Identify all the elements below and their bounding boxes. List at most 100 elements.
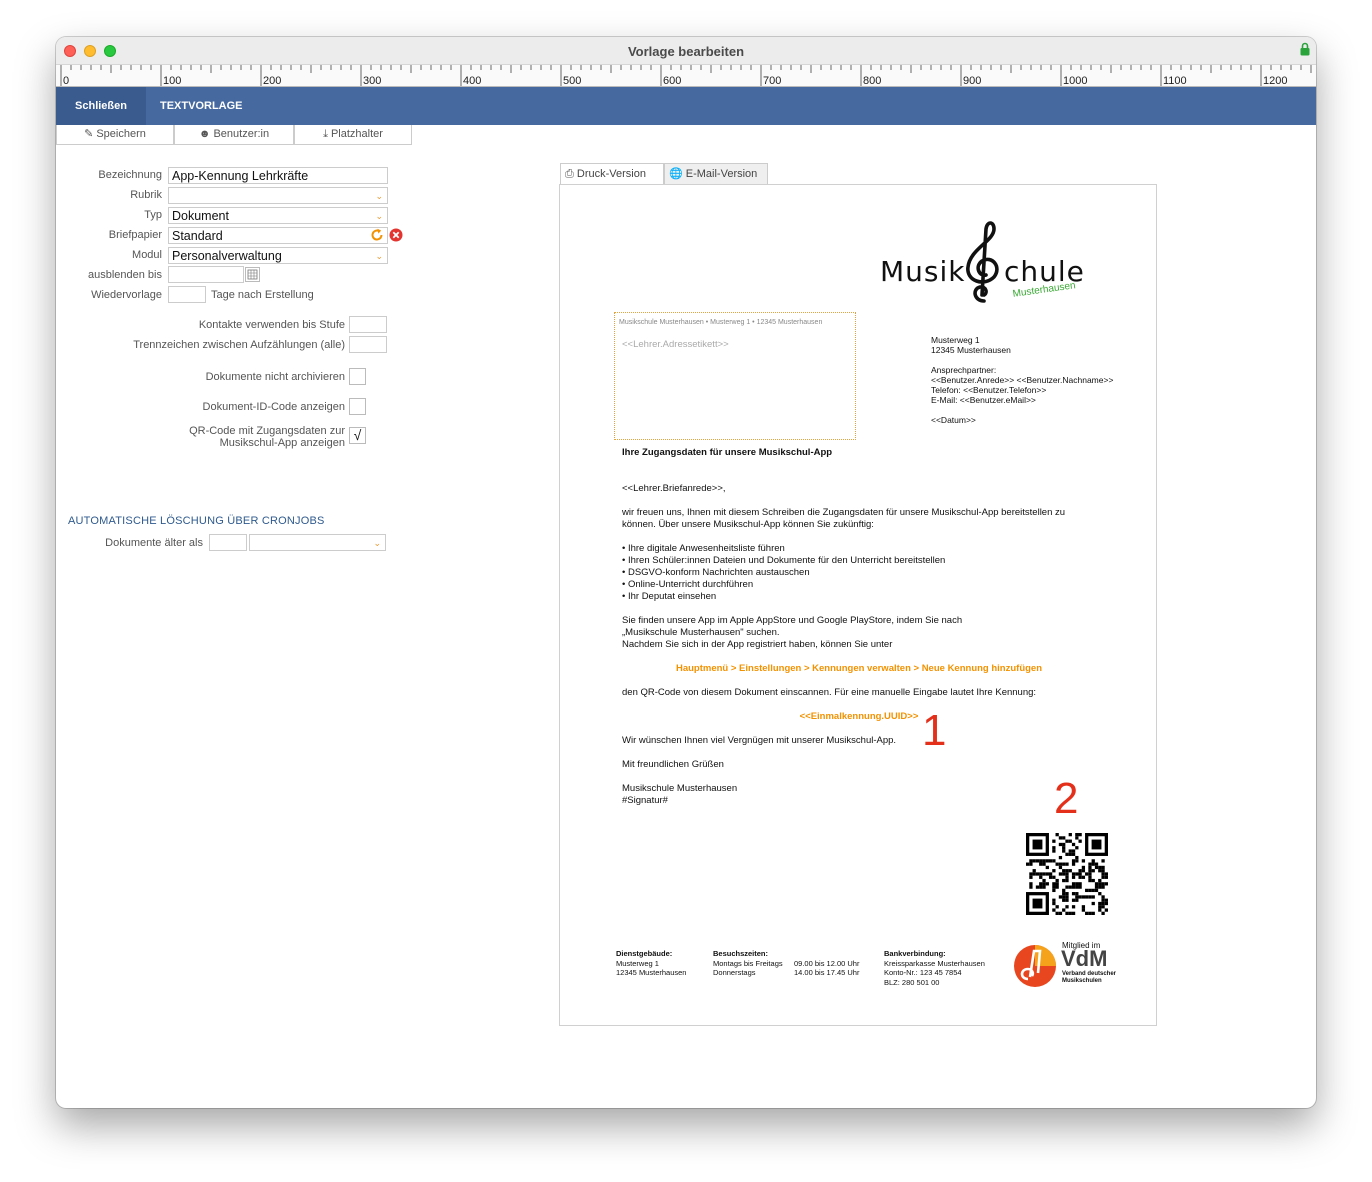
signature-placeholder: #Signatur# bbox=[622, 795, 668, 806]
intro-block-line: können. Über unsere Musikschul-App könne… bbox=[622, 519, 874, 530]
info-block-line: Telefon: <<Benutzer.Telefon>> bbox=[931, 385, 1047, 395]
modul-select[interactable]: Personalverwaltung ⌄ bbox=[168, 247, 388, 264]
uuid-placeholder: <<Einmalkennung.UUID>> bbox=[799, 711, 919, 722]
ruler-ticks bbox=[60, 65, 1312, 86]
chevron-down-icon: ⌄ bbox=[375, 191, 383, 201]
chevron-down-icon: ⌄ bbox=[375, 251, 383, 261]
kontakte-input[interactable] bbox=[349, 316, 387, 333]
bezeichnung-label: Bezeichnung bbox=[98, 169, 162, 181]
rubrik-label: Rubrik bbox=[130, 189, 162, 201]
musikschule-logo: Musik chule Musterhausen bbox=[880, 219, 1090, 309]
chevron-down-icon: ⌄ bbox=[373, 538, 381, 548]
qr-code-label-line1: QR-Code mit Zugangsdaten zur bbox=[189, 425, 345, 437]
bullet-block-line: • Online-Unterricht durchführen bbox=[622, 579, 754, 590]
find-block-line: „Musikschule Musterhausen" suchen. bbox=[622, 627, 780, 638]
address-placeholder: <<Lehrer.Adressetikett>> bbox=[622, 339, 729, 350]
id-code-label: Dokument-ID-Code anzeigen bbox=[202, 401, 345, 413]
typ-select[interactable]: Dokument ⌄ bbox=[168, 207, 388, 224]
qr-code bbox=[1026, 833, 1108, 915]
ruler-label: 800 bbox=[863, 75, 882, 87]
bullet-block-line: • Ihre digitale Anwesenheitsliste führen bbox=[622, 543, 785, 554]
ruler-label: 500 bbox=[563, 75, 582, 87]
wiedervorlage-label: Wiedervorlage bbox=[91, 289, 162, 301]
wish-line: Wir wünschen Ihnen viel Vergnügen mit un… bbox=[622, 735, 897, 746]
ruler-label: 200 bbox=[263, 75, 282, 87]
ruler-label: 1100 bbox=[1163, 75, 1187, 87]
ruler-label: 300 bbox=[363, 75, 382, 87]
ruler-label: 0 bbox=[63, 75, 70, 87]
trennzeichen-label: Trennzeichen zwischen Aufzählungen (alle… bbox=[133, 339, 345, 351]
nicht-archivieren-checkbox[interactable] bbox=[349, 368, 366, 385]
menu-bar: Schließen TEXTVORLAGE bbox=[56, 87, 1316, 125]
nicht-archivieren-label: Dokumente nicht archivieren bbox=[205, 371, 345, 383]
id-code-checkbox[interactable] bbox=[349, 398, 366, 415]
bullet-block-line: • Ihren Schüler:innen Dateien und Dokume… bbox=[622, 555, 946, 566]
qr-code-checkbox[interactable]: √ bbox=[349, 427, 366, 444]
intro-block-line: wir freuen uns, Ihnen mit diesem Schreib… bbox=[622, 507, 1066, 518]
info-block-line: E-Mail: <<Benutzer.eMail>> bbox=[931, 395, 1036, 405]
close-button[interactable]: Schließen bbox=[56, 87, 146, 125]
printer-icon: ⎙ bbox=[565, 168, 574, 180]
ausblenden-label: ausblenden bis bbox=[87, 269, 162, 281]
cron-unit-select[interactable]: ⌄ bbox=[249, 534, 386, 551]
treble-clef-icon bbox=[966, 221, 999, 303]
wiedervorlage-input[interactable] bbox=[168, 286, 206, 303]
ruler-label: 900 bbox=[963, 75, 982, 87]
save-button[interactable]: ✎ Speichern bbox=[56, 125, 174, 145]
annotation-1: 1 bbox=[922, 706, 947, 755]
cron-section-title: AUTOMATISCHE LÖSCHUNG ÜBER CRONJOBS bbox=[68, 515, 325, 527]
tab-email-version[interactable]: 🌐 E-Mail-Version bbox=[664, 163, 768, 184]
letter-salutation: <<Lehrer.Briefanrede>>, bbox=[622, 483, 726, 494]
clear-icon[interactable] bbox=[389, 228, 403, 242]
chevron-down-icon: ⌄ bbox=[375, 211, 383, 221]
info-block-line: Musterweg 1 bbox=[931, 335, 980, 345]
bullet-block-line: • Ihr Deputat einsehen bbox=[622, 591, 717, 602]
briefpapier-input[interactable]: Standard bbox=[168, 227, 388, 244]
info-block-line: Ansprechpartner: bbox=[931, 365, 997, 375]
rubrik-select[interactable]: ⌄ bbox=[168, 187, 388, 204]
find-block-line: Sie finden unsere App im Apple AppStore … bbox=[622, 615, 963, 626]
ruler-label: 400 bbox=[463, 75, 482, 87]
annotation-2: 2 bbox=[1054, 774, 1079, 823]
title-bar: Vorlage bearbeiten bbox=[56, 37, 1316, 65]
ausblenden-date-input[interactable] bbox=[168, 266, 244, 283]
find-block-line: Nachdem Sie sich in der App registriert … bbox=[622, 639, 893, 650]
kontakte-label: Kontakte verwenden bis Stufe bbox=[198, 319, 345, 331]
cron-label: Dokumente älter als bbox=[105, 537, 203, 549]
section-title: TEXTVORLAGE bbox=[160, 100, 243, 112]
cron-value-input[interactable] bbox=[209, 534, 247, 551]
globe-icon: 🌐 bbox=[669, 168, 683, 180]
typ-label: Typ bbox=[144, 209, 162, 221]
footer-hours: Besuchszeiten: Montags bis Freitags Donn… bbox=[713, 949, 783, 977]
ruler: 0 100 200 300 400 500 600 700 800 900 1000 1100 1200 bbox=[56, 65, 1316, 87]
checkmark-icon: √ bbox=[353, 427, 362, 443]
vdm-emblem-icon bbox=[1014, 945, 1056, 987]
calendar-icon[interactable] bbox=[245, 267, 260, 282]
lock-icon bbox=[1300, 42, 1310, 56]
ruler-label: 600 bbox=[663, 75, 682, 87]
window-title: Vorlage bearbeiten bbox=[627, 44, 745, 59]
info-block-line: <<Benutzer.Anrede>> <<Benutzer.Nachname>… bbox=[931, 375, 1114, 385]
bezeichnung-input[interactable]: App-Kennung Lehrkräfte bbox=[168, 167, 388, 184]
letter-preview: Musik chule Musterhausen Musikschule Mus… bbox=[559, 184, 1157, 1026]
edit-icon: ✎ bbox=[84, 128, 94, 140]
vdm-logo: Mitglied im VdM Verband deutscher Musiks… bbox=[1012, 941, 1124, 991]
letter-subject: Ihre Zugangsdaten für unsere Musikschul-… bbox=[622, 447, 833, 458]
placeholder-button[interactable]: ⤓ Platzhalter bbox=[294, 125, 412, 145]
user-button[interactable]: ☻ Benutzer:in bbox=[174, 125, 294, 145]
qr-line: den QR-Code von diesem Dokument einscann… bbox=[622, 687, 1037, 698]
briefpapier-label: Briefpapier bbox=[108, 229, 162, 241]
greeting-line: Mit freundlichen Grüßen bbox=[622, 759, 724, 770]
user-icon: ☻ bbox=[198, 128, 211, 140]
sender-line: Musikschule Musterhausen • Musterweg 1 •… bbox=[619, 319, 823, 326]
download-icon: ⤓ bbox=[323, 128, 328, 140]
modul-label: Modul bbox=[132, 249, 162, 261]
trennzeichen-input[interactable] bbox=[349, 336, 387, 353]
address-window: Musikschule Musterhausen • Musterweg 1 •… bbox=[614, 312, 856, 440]
info-block-line: <<Datum>> bbox=[931, 415, 976, 425]
refresh-icon[interactable] bbox=[370, 228, 384, 242]
footer-times: 09.00 bis 12.00 Uhr 14.00 bis 17.45 Uhr bbox=[794, 958, 860, 978]
tab-print-version[interactable]: ⎙ Druck-Version bbox=[560, 163, 664, 184]
footer-bank: Bankverbindung: Kreissparkasse Musterhau… bbox=[884, 949, 985, 987]
ruler-label: 700 bbox=[763, 75, 782, 87]
